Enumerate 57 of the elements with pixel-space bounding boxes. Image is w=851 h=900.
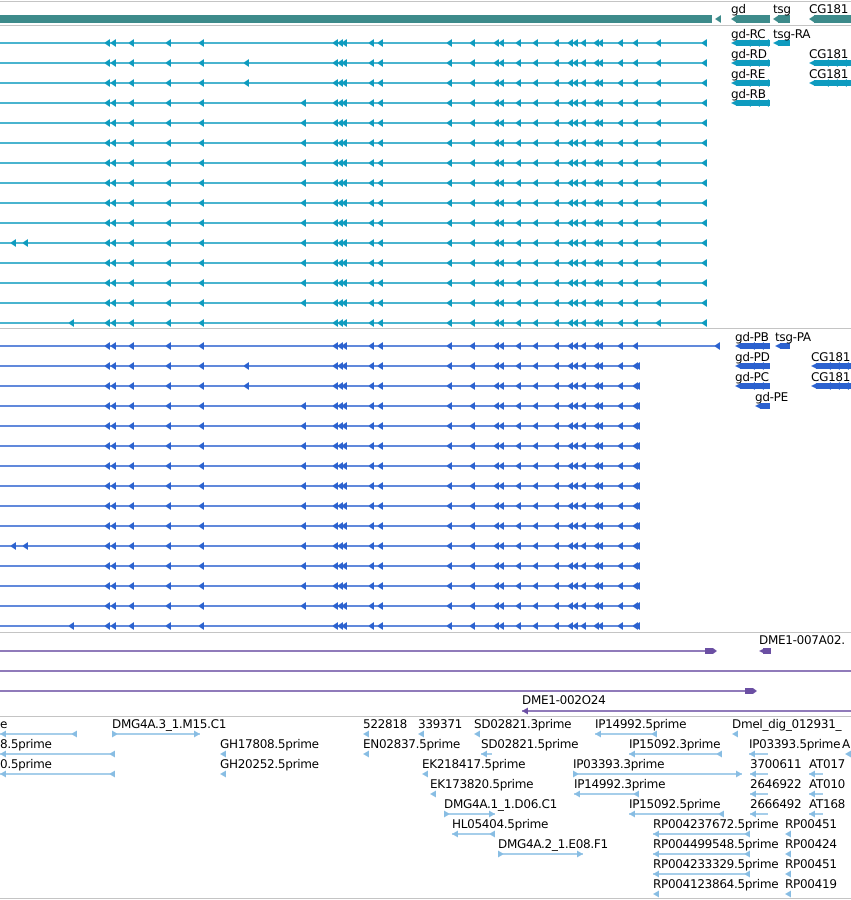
feature-label: HL05404.5prime: [452, 817, 548, 831]
feature-label: RP00424: [785, 837, 837, 851]
feature-label: CG181: [811, 370, 850, 384]
feature-label: IP15092.5prime: [629, 797, 720, 811]
feature-label: AT168: [809, 797, 846, 811]
feature-label: DMG4A.2_1.E08.F1: [498, 837, 608, 851]
feature-label: RP004237672.5prime: [653, 817, 778, 831]
feature-label: RP00451: [785, 817, 837, 831]
feature-label: RP004123864.5prime: [653, 877, 778, 891]
feature-label: gd-PB: [735, 330, 769, 344]
feature-label: IP14992.3prime: [574, 777, 666, 791]
feature-label: 2646922: [750, 777, 802, 791]
feature-label: Dmel_dig_012931_: [732, 717, 842, 731]
feature-label: SD02821.3prime: [474, 717, 572, 731]
feature-label: IP15092.3prime: [629, 737, 720, 751]
feature-label: 0.5prime: [0, 757, 52, 771]
feature-label: 339371: [418, 717, 462, 731]
feature-label: 3700611: [750, 757, 802, 771]
feature-label: RP00419: [785, 877, 837, 891]
feature-label: GH17808.5prime: [220, 737, 319, 751]
feature-label: CG181: [809, 2, 848, 16]
feature-label: DME1-007A02.: [759, 633, 845, 647]
feature-label: IP14992.5prime: [595, 717, 686, 731]
feature-label: A: [842, 737, 850, 751]
feature-label: gd-RE: [731, 67, 765, 81]
feature-label: 522818: [363, 717, 408, 731]
feature-label: DMG4A.1_1.D06.C1: [444, 797, 557, 811]
feature-label: IP03393.5prime: [749, 737, 840, 751]
feature-label: gd-PD: [735, 350, 770, 364]
feature-label: AT017: [809, 757, 846, 771]
feature-label: DME1-002O24: [522, 693, 606, 707]
feature-label: EK173820.5prime: [430, 777, 534, 791]
feature-label: AT010: [809, 777, 846, 791]
feature-label: RP004233329.5prime: [653, 857, 778, 871]
feature-label: EN02837.5prime: [363, 737, 460, 751]
feature-label: gd-PC: [735, 370, 769, 384]
feature-label: tsg-PA: [775, 330, 811, 344]
feature-label: DMG4A.3_1.M15.C1: [112, 717, 226, 731]
feature-label: CG181: [811, 350, 850, 364]
feature-label: e: [0, 717, 8, 731]
feature-label: gd-RD: [731, 47, 767, 61]
feature-label: CG181: [809, 47, 848, 61]
feature-label: tsg-RA: [773, 27, 810, 41]
feature-label: GH20252.5prime: [220, 757, 319, 771]
feature-label: gd-PE: [755, 390, 788, 404]
feature-label: tsg: [773, 2, 791, 16]
feature-label: 2666492: [750, 797, 802, 811]
feature-label: 8.5prime: [0, 737, 52, 751]
feature-label: gd-RC: [731, 27, 766, 41]
feature-label: gd-RB: [731, 87, 766, 101]
feature-label: EK218417.5prime: [422, 757, 526, 771]
feature-label: RP004499548.5prime: [653, 837, 778, 851]
feature-label: gd: [731, 2, 746, 16]
feature-label: IP03393.3prime: [573, 757, 664, 771]
feature-label: RP00451: [785, 857, 837, 871]
feature-label: CG181: [809, 67, 848, 81]
feature-label: SD02821.5prime: [481, 737, 578, 751]
